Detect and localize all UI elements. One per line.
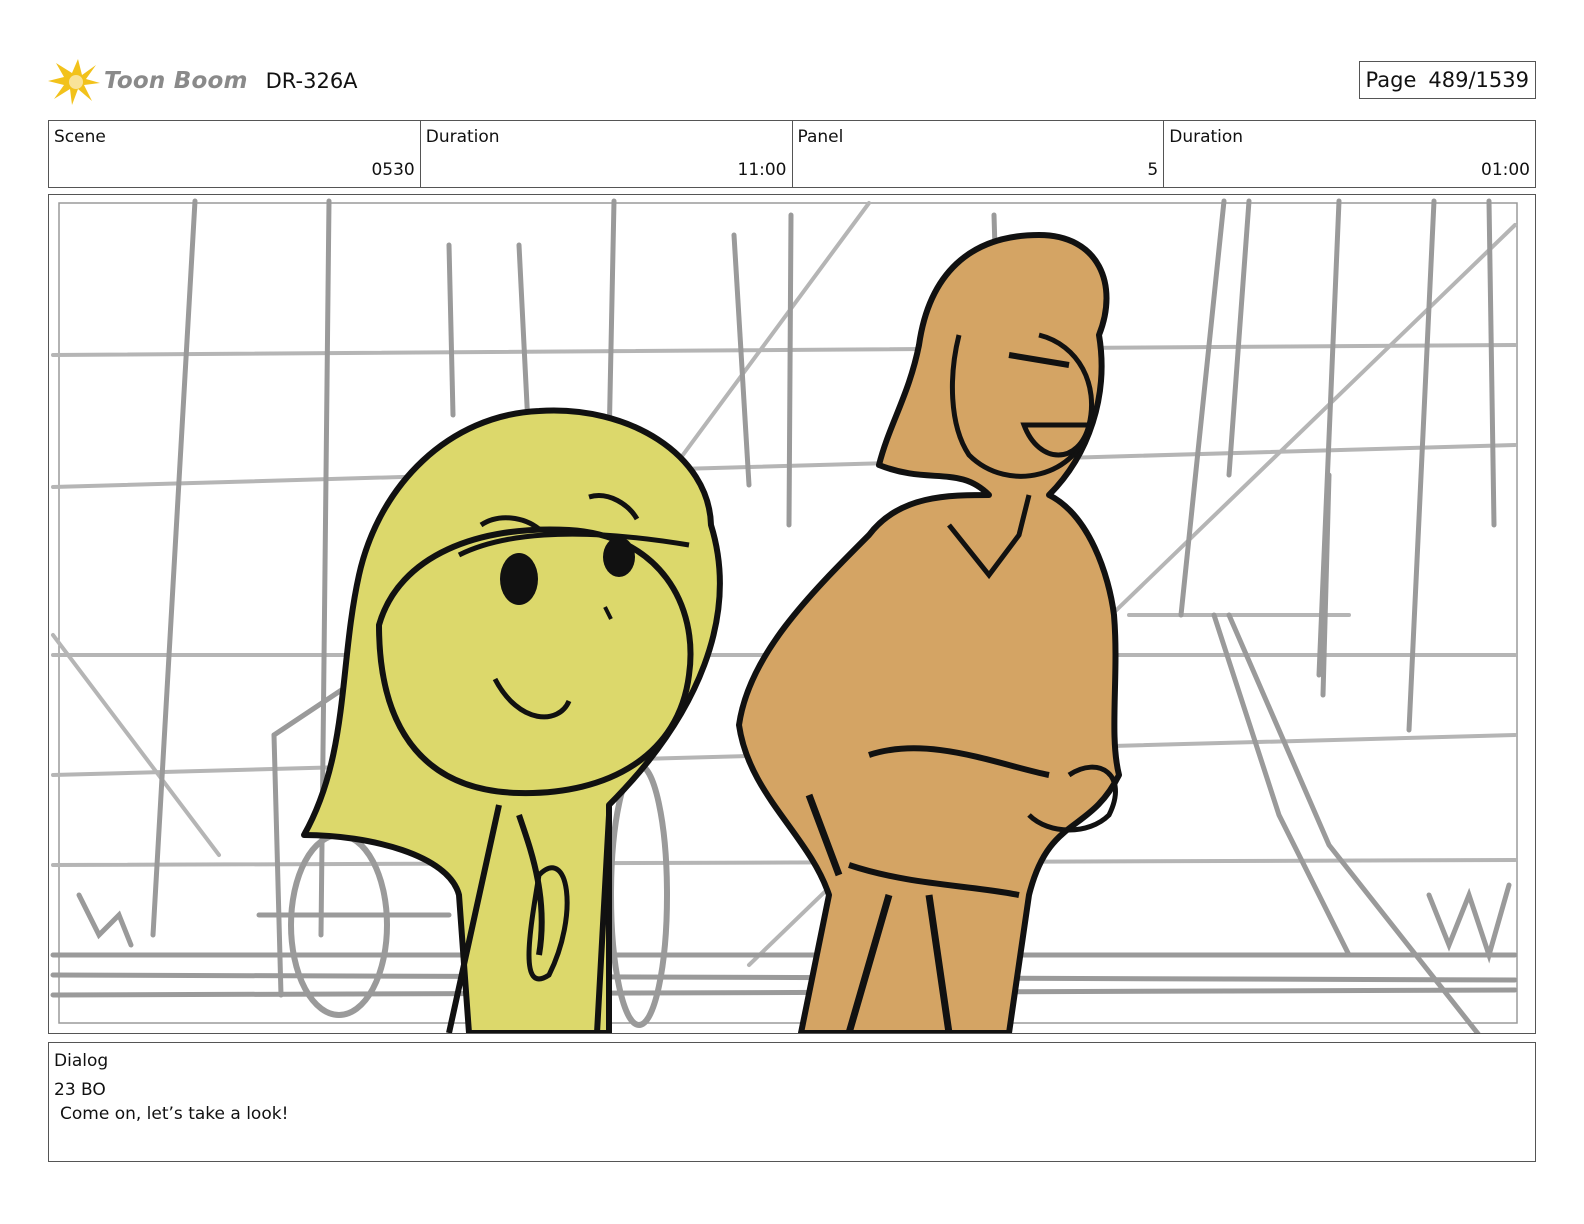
- panel-duration-value: 01:00: [1481, 160, 1530, 180]
- scene-duration-value: 11:00: [737, 160, 787, 180]
- scene-duration-cell: Duration 11:00: [421, 121, 793, 187]
- panel-duration-cell: Duration 01:00: [1164, 121, 1535, 187]
- page-number: 489/1539: [1428, 68, 1529, 92]
- page-indicator: Page 489/1539: [1358, 61, 1536, 99]
- dialog-line: Come on, let’s take a look!: [60, 1104, 289, 1124]
- panel-label: Panel: [797, 127, 844, 147]
- page-header: Toon Boom DR-326A Page 489/1539: [48, 52, 1536, 110]
- scene-duration-label: Duration: [425, 127, 500, 147]
- project-code: DR-326A: [265, 69, 358, 93]
- panel-value: 5: [1147, 160, 1159, 180]
- storyboard-panel: [48, 194, 1536, 1034]
- scene-cell: Scene 0530: [49, 121, 421, 187]
- storyboard-sketch: [50, 198, 1518, 1033]
- page-label: Page: [1365, 68, 1417, 92]
- dialog-speaker: 23 BO: [54, 1080, 106, 1100]
- scene-label: Scene: [54, 127, 106, 147]
- dialog-label: Dialog: [54, 1051, 109, 1071]
- scene-info-table: Scene 0530 Duration 11:00 Panel 5 Durati…: [48, 120, 1536, 188]
- scene-value: 0530: [371, 160, 415, 180]
- girl-character: [301, 407, 723, 1033]
- man-character: [736, 232, 1122, 1033]
- panel-cell: Panel 5: [793, 121, 1165, 187]
- logo-text: Toon Boom: [104, 68, 248, 94]
- panel-duration-label: Duration: [1169, 127, 1244, 147]
- toon-boom-logo: Toon Boom DR-326A: [48, 52, 358, 110]
- dialog-box: Dialog 23 BO Come on, let’s take a look!: [48, 1042, 1536, 1162]
- starburst-icon: [48, 59, 100, 105]
